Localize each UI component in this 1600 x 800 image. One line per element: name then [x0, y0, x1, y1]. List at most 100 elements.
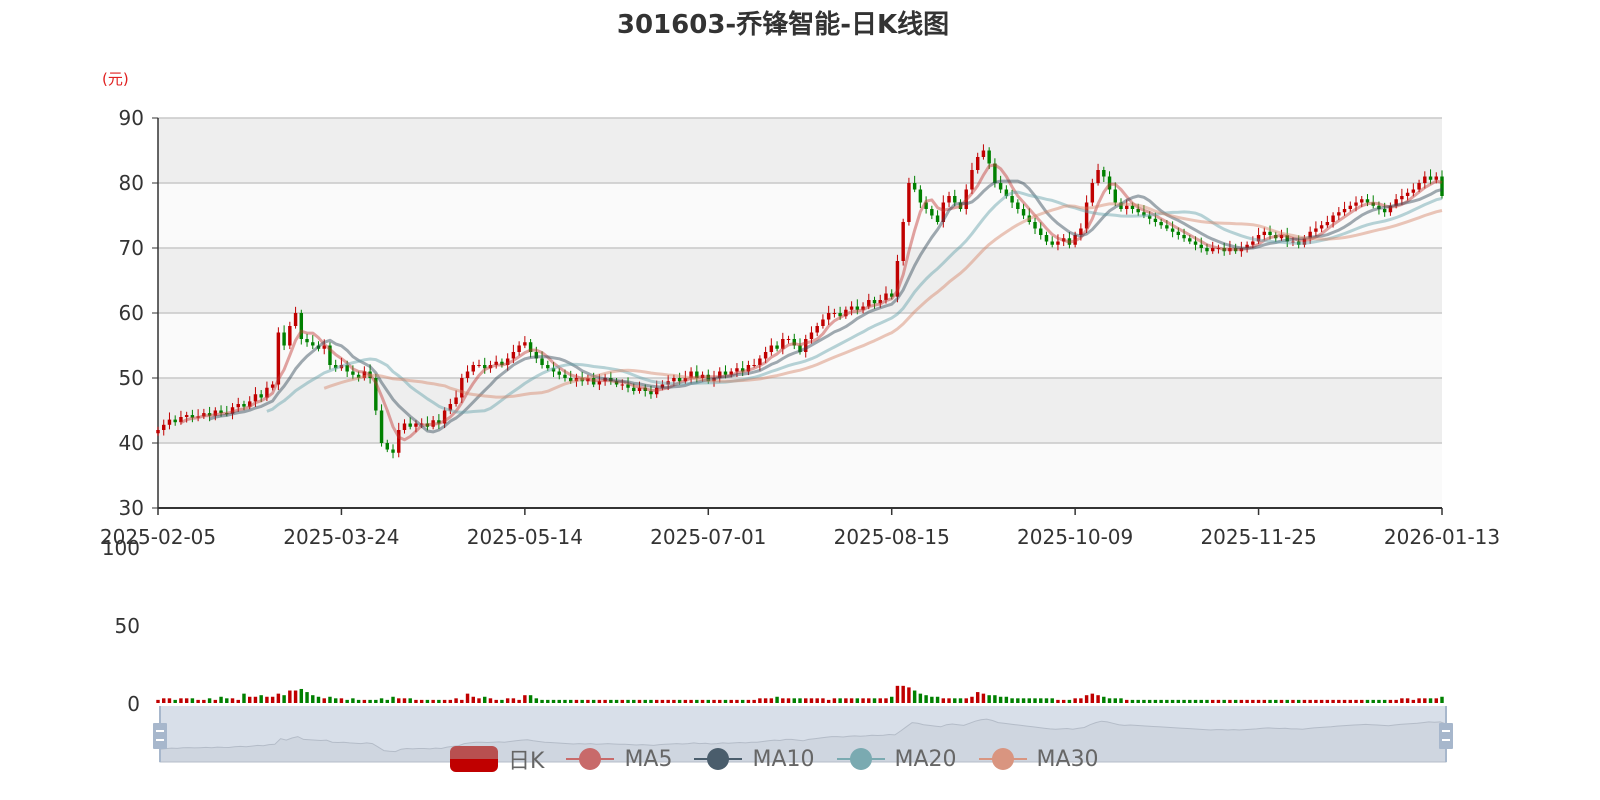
- volume-bar: [878, 698, 882, 703]
- candle-body: [775, 345, 779, 349]
- volume-bar: [500, 699, 504, 703]
- volume-bar: [1130, 699, 1135, 703]
- volume-bar: [867, 698, 871, 703]
- volume-bar: [1193, 699, 1198, 703]
- volume-bar: [299, 688, 304, 703]
- candle-body: [517, 345, 521, 352]
- volume-bar: [832, 698, 837, 703]
- volume-bar: [265, 696, 269, 703]
- grip-line: [1442, 739, 1450, 741]
- legend-item-ma5[interactable]: MA5: [566, 746, 672, 772]
- volume-bar: [953, 698, 957, 703]
- legend-item-ma20[interactable]: MA20: [836, 746, 957, 772]
- candle-body: [1130, 205, 1135, 209]
- y-tick-label: 80: [119, 171, 144, 195]
- volume-bar: [1382, 699, 1387, 703]
- candle-body: [1337, 212, 1341, 216]
- volume-bar: [884, 698, 888, 703]
- volume-bar: [213, 699, 218, 703]
- volume-bar: [763, 698, 768, 703]
- kline-swatch-icon: [450, 746, 498, 772]
- candle-body: [465, 371, 470, 378]
- volume-bar: [1279, 699, 1284, 703]
- volume-bar: [333, 698, 338, 703]
- legend-item-ma10[interactable]: MA10: [694, 746, 815, 772]
- volume-bar: [632, 699, 636, 703]
- volume-bar: [494, 699, 498, 703]
- candle-body: [1056, 241, 1060, 245]
- volume-bar: [1308, 699, 1312, 703]
- volume-bar: [1010, 698, 1014, 703]
- volume-bar: [1319, 699, 1324, 703]
- candle-body: [872, 300, 877, 304]
- volume-bar: [1348, 699, 1353, 703]
- volume-bar: [184, 698, 189, 703]
- volume-bar: [872, 698, 877, 703]
- ma20-swatch-icon: [836, 746, 885, 772]
- ma5-swatch-icon: [566, 746, 615, 772]
- volume-bar: [362, 699, 367, 703]
- slider-handle-grip-icon: [153, 723, 167, 749]
- volume-bar: [614, 699, 619, 703]
- volume-bar: [1256, 699, 1261, 703]
- volume-bar: [1079, 698, 1083, 703]
- y-tick-label: 40: [119, 431, 144, 455]
- volume-bar: [1314, 699, 1318, 703]
- volume-bar: [1216, 699, 1221, 703]
- volume-bar: [626, 699, 630, 703]
- volume-bar: [1210, 699, 1215, 703]
- legend-label: MA30: [1036, 746, 1099, 772]
- volume-bar: [557, 699, 561, 703]
- legend-item-ma30[interactable]: MA30: [978, 746, 1099, 772]
- candle-body: [947, 196, 951, 203]
- volume-bar: [1016, 698, 1020, 703]
- volume-bar: [1199, 699, 1203, 703]
- candle-body: [288, 326, 292, 346]
- volume-bar: [1056, 699, 1060, 703]
- volume-bar: [322, 698, 326, 703]
- volume-bar: [798, 698, 802, 703]
- volume-bar: [202, 699, 206, 703]
- candle-body: [242, 404, 246, 407]
- volume-bar: [912, 690, 917, 703]
- candle: [907, 177, 911, 226]
- volume-bar: [901, 685, 905, 703]
- volume-bar: [1136, 699, 1140, 703]
- candle-body: [1417, 183, 1421, 190]
- candle-body: [901, 222, 905, 261]
- candle-body: [1268, 231, 1272, 235]
- candle-body: [1165, 225, 1169, 229]
- legend-label: MA10: [752, 746, 815, 772]
- grip-line: [156, 730, 164, 732]
- candle-body: [809, 332, 814, 339]
- volume-bar: [718, 699, 722, 703]
- candle-body: [408, 423, 412, 427]
- volume-bar: [1440, 696, 1444, 703]
- candle-body: [511, 352, 516, 359]
- volume-bar: [311, 695, 315, 703]
- candle-body: [1360, 199, 1364, 203]
- volume-bar: [460, 699, 464, 703]
- candle-body: [855, 306, 860, 310]
- volume-bar: [1044, 698, 1049, 703]
- volume-bar: [895, 685, 900, 703]
- volume-bar: [1222, 699, 1226, 703]
- volume-bar: [563, 699, 567, 703]
- candle-body: [849, 306, 854, 310]
- candle-body: [477, 365, 481, 366]
- volume-bar: [603, 699, 607, 703]
- candle-body: [460, 378, 464, 398]
- ma30-swatch-icon: [978, 746, 1027, 772]
- candle-body: [351, 371, 355, 375]
- volume-bar: [998, 696, 1003, 703]
- volume-bar: [465, 693, 470, 703]
- chart-root: 30 40 50 60 70 80 90 2025-02-05 2025-03-24 2025-0…: [0, 0, 1600, 800]
- volume-tick-label: 100: [102, 536, 140, 560]
- legend-item-kline[interactable]: 日K: [450, 743, 544, 775]
- volume-bar: [230, 698, 235, 703]
- volume-bar: [1067, 699, 1072, 703]
- volume-bar: [1153, 699, 1158, 703]
- candle-body: [379, 410, 384, 443]
- volume-bar: [660, 699, 665, 703]
- volume-bar: [293, 690, 298, 703]
